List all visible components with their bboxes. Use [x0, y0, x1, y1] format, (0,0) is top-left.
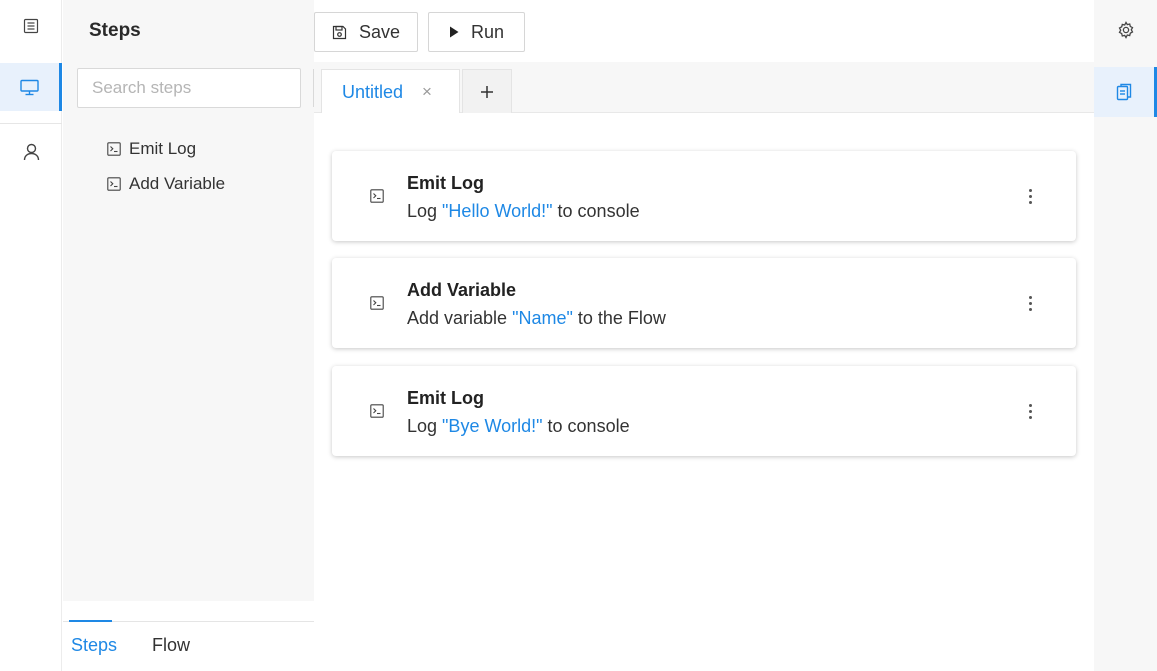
rail-list-button[interactable] [0, 2, 62, 50]
clipboard-icon [1116, 83, 1132, 101]
card-desc-suffix: to console [552, 201, 640, 221]
flow-step-card[interactable]: Add Variable Add variable "Name" to the … [332, 258, 1076, 348]
user-icon [23, 143, 39, 161]
play-icon [449, 26, 459, 38]
tab-steps[interactable]: Steps [71, 635, 117, 656]
card-desc-suffix: to the Flow [572, 308, 666, 328]
rail-user-button[interactable] [0, 128, 62, 176]
tab-close-icon[interactable]: × [422, 82, 432, 102]
card-desc-prefix: Log [407, 416, 443, 436]
card-description: Log "Hello World!" to console [407, 201, 640, 222]
active-tab-indicator [69, 620, 112, 622]
tab-untitled[interactable]: Untitled × [321, 69, 460, 113]
card-description: Add variable "Name" to the Flow [407, 308, 666, 329]
save-icon [332, 25, 347, 39]
rail-divider [0, 123, 62, 124]
settings-button[interactable] [1094, 5, 1157, 55]
card-desc-value: "Hello World!" [442, 201, 553, 221]
flow-step-card[interactable]: Emit Log Log "Bye World!" to console [332, 366, 1076, 456]
terminal-icon [107, 176, 121, 191]
tab-flow[interactable]: Flow [152, 635, 190, 656]
step-item-add-variable[interactable]: Add Variable [107, 166, 225, 201]
search-box [77, 68, 330, 108]
more-options-icon[interactable] [1022, 185, 1038, 207]
gear-icon [1118, 21, 1133, 39]
left-icon-rail [0, 0, 62, 671]
card-desc-suffix: to console [542, 416, 630, 436]
panel-title: Steps [89, 20, 141, 41]
card-description: Log "Bye World!" to console [407, 416, 630, 437]
monitor-icon [20, 79, 39, 95]
search-input[interactable] [78, 69, 313, 107]
card-desc-prefix: Add variable [407, 308, 513, 328]
card-title: Emit Log [407, 173, 484, 193]
flow-step-card[interactable]: Emit Log Log "Hello World!" to console [332, 151, 1076, 241]
rail-monitor-button[interactable] [0, 63, 62, 111]
save-button[interactable]: Save [314, 12, 418, 52]
list-icon [23, 18, 39, 34]
step-item-label: Emit Log [129, 138, 197, 158]
add-tab-button[interactable] [462, 69, 512, 113]
terminal-icon [107, 141, 121, 156]
card-desc-value: "Name" [512, 308, 573, 328]
more-options-icon[interactable] [1022, 400, 1038, 422]
step-list: Emit Log Add Variable [107, 131, 225, 201]
right-icon-rail [1094, 0, 1157, 671]
step-item-emit-log[interactable]: Emit Log [107, 131, 225, 166]
card-title: Add Variable [407, 280, 517, 300]
terminal-icon [370, 189, 384, 203]
step-item-label: Add Variable [129, 173, 226, 193]
bottom-tabs: Steps Flow [63, 601, 314, 671]
plus-icon [481, 85, 493, 98]
steps-panel: Steps Emit Log Add Variable [63, 0, 330, 601]
clipboard-button[interactable] [1094, 67, 1157, 117]
card-desc-value: "Bye World!" [442, 416, 543, 436]
terminal-icon [370, 404, 384, 418]
save-button-label: Save [358, 21, 401, 42]
more-options-icon[interactable] [1022, 292, 1038, 314]
run-button[interactable]: Run [428, 12, 525, 52]
card-desc-prefix: Log [407, 201, 443, 221]
terminal-icon [370, 296, 384, 310]
card-title: Emit Log [407, 388, 484, 408]
run-button-label: Run [470, 21, 505, 42]
tab-label: Untitled [342, 82, 404, 102]
